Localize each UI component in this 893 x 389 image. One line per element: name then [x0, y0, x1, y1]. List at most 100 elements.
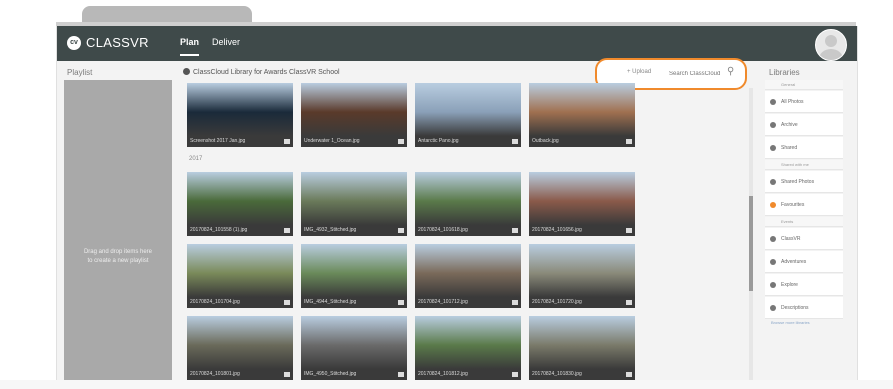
vr-icon: [398, 372, 404, 377]
tile-caption: 20170824_101618.jpg: [415, 225, 521, 236]
adventure-icon: [770, 259, 776, 265]
library-item[interactable]: Descriptions: [765, 297, 843, 319]
media-tile[interactable]: 20170824_101656.jpg: [529, 172, 635, 236]
media-tile[interactable]: 20170824_101830.jpg: [529, 316, 635, 380]
media-tile[interactable]: 20170824_101558 (1).jpg: [187, 172, 293, 236]
avatar-body-icon: [819, 49, 843, 60]
library-item[interactable]: All Photos: [765, 91, 843, 113]
playlist-drop-hint: Drag and drop items here to create a new…: [83, 249, 153, 264]
media-tile[interactable]: IMG_4944_Stitched.jpg: [301, 244, 407, 308]
tile-caption: 20170824_101720.jpg: [529, 297, 635, 308]
library-group-label: Events: [765, 217, 843, 227]
playlist-drop-zone[interactable]: Drag and drop items here to create a new…: [64, 80, 172, 389]
tile-caption: IMG_4932_Stitched.jpg: [301, 225, 407, 236]
search-input[interactable]: [669, 67, 727, 80]
panorama-thumbnail: [301, 83, 407, 136]
library-item-label: Explore: [781, 282, 798, 288]
vr-icon: [512, 139, 518, 144]
tile-caption: 20170824_101830.jpg: [529, 369, 635, 380]
panorama-thumbnail: [529, 316, 635, 369]
panorama-thumbnail: [301, 172, 407, 225]
library-item-label: Favourites: [781, 202, 805, 208]
library-group-label: General: [765, 80, 843, 90]
panorama-thumbnail: [187, 244, 293, 297]
panorama-thumbnail: [415, 316, 521, 369]
cloud-icon: [770, 236, 776, 242]
library-title-text: ClassCloud Library for Awards ClassVR Sc…: [193, 69, 340, 76]
library-item[interactable]: Shared: [765, 137, 843, 159]
library-item-label: Archive: [781, 122, 798, 128]
star-icon: [770, 202, 776, 208]
media-tile[interactable]: 20170824_101812.jpg: [415, 316, 521, 380]
photo-icon: [770, 99, 776, 105]
vr-icon: [284, 372, 290, 377]
panorama-thumbnail: [301, 316, 407, 369]
library-item-label: Events: [781, 219, 794, 224]
vr-icon: [512, 372, 518, 377]
media-tile[interactable]: 20170824_101704.jpg: [187, 244, 293, 308]
library-item[interactable]: Favourites: [765, 194, 843, 216]
bottom-strip: [0, 380, 893, 389]
tile-caption: IMG_4950_Stitched.jpg: [301, 369, 407, 380]
panorama-thumbnail: [529, 244, 635, 297]
library-item[interactable]: ClassVR: [765, 228, 843, 250]
playlist-title: Playlist: [67, 68, 93, 77]
archive-icon: [770, 122, 776, 128]
tile-caption: IMG_4944_Stitched.jpg: [301, 297, 407, 308]
browse-libraries-link[interactable]: Browse more libraries: [771, 320, 810, 325]
media-tile[interactable]: Screenshot 2017 Jan.jpg: [187, 83, 293, 147]
panorama-thumbnail: [415, 244, 521, 297]
panorama-thumbnail: [301, 244, 407, 297]
library-item-label: Shared: [781, 145, 798, 151]
media-tile[interactable]: 20170824_101618.jpg: [415, 172, 521, 236]
library-item[interactable]: Shared Photos: [765, 171, 843, 193]
tile-caption: Screenshot 2017 Jan.jpg: [187, 136, 293, 147]
library-item[interactable]: Adventures: [765, 251, 843, 273]
panorama-thumbnail: [529, 172, 635, 225]
tile-caption: Outback.jpg: [529, 136, 635, 147]
panorama-thumbnail: [187, 316, 293, 369]
media-tile[interactable]: IMG_4932_Stitched.jpg: [301, 172, 407, 236]
panorama-thumbnail: [187, 83, 293, 136]
scrollbar-thumb[interactable]: [749, 196, 753, 291]
tile-caption: 20170824_101801.jpg: [187, 369, 293, 380]
vr-icon: [284, 228, 290, 233]
media-tile[interactable]: 20170824_101720.jpg: [529, 244, 635, 308]
avatar-head-icon: [825, 35, 837, 47]
app-logo-text: CLASSVR: [86, 35, 149, 50]
nav-deliver[interactable]: Deliver: [212, 37, 240, 47]
media-tile[interactable]: IMG_4950_Stitched.jpg: [301, 316, 407, 380]
cloud-icon: [183, 68, 190, 75]
library-item[interactable]: Archive: [765, 114, 843, 136]
shared-icon: [770, 145, 776, 151]
library-item-label: General: [781, 82, 796, 87]
tile-caption: 20170824_101812.jpg: [415, 369, 521, 380]
libraries-title: Libraries: [769, 68, 800, 77]
vr-icon: [626, 372, 632, 377]
nav-plan[interactable]: Plan: [180, 37, 200, 56]
media-tile[interactable]: 20170824_101801.jpg: [187, 316, 293, 380]
library-item-label: ClassVR: [781, 236, 801, 242]
app-window: cv CLASSVR Plan Deliver Playlist Drag an…: [56, 26, 858, 389]
vr-icon: [626, 139, 632, 144]
media-tile[interactable]: Outback.jpg: [529, 83, 635, 147]
library-group-label: Shared with me: [765, 160, 843, 170]
vr-icon: [398, 139, 404, 144]
panorama-thumbnail: [415, 172, 521, 225]
library-item-label: Shared with me: [781, 162, 809, 167]
panorama-thumbnail: [187, 172, 293, 225]
search-icon[interactable]: ⚲: [727, 66, 734, 77]
media-tile[interactable]: 20170824_101712.jpg: [415, 244, 521, 308]
media-tile[interactable]: Antarctic Pano.jpg: [415, 83, 521, 147]
vr-icon: [512, 300, 518, 305]
panorama-thumbnail: [529, 83, 635, 136]
media-tile[interactable]: Underwater 1_Ocean.jpg: [301, 83, 407, 147]
library-item-label: Adventures: [781, 259, 807, 265]
upload-button[interactable]: + Upload: [627, 69, 651, 75]
library-item[interactable]: Explore: [765, 274, 843, 296]
user-avatar[interactable]: [815, 29, 847, 61]
library-item-label: Shared Photos: [781, 179, 815, 185]
top-bar: cv CLASSVR Plan Deliver: [57, 26, 857, 61]
tile-caption: 20170824_101704.jpg: [187, 297, 293, 308]
vr-icon: [512, 228, 518, 233]
